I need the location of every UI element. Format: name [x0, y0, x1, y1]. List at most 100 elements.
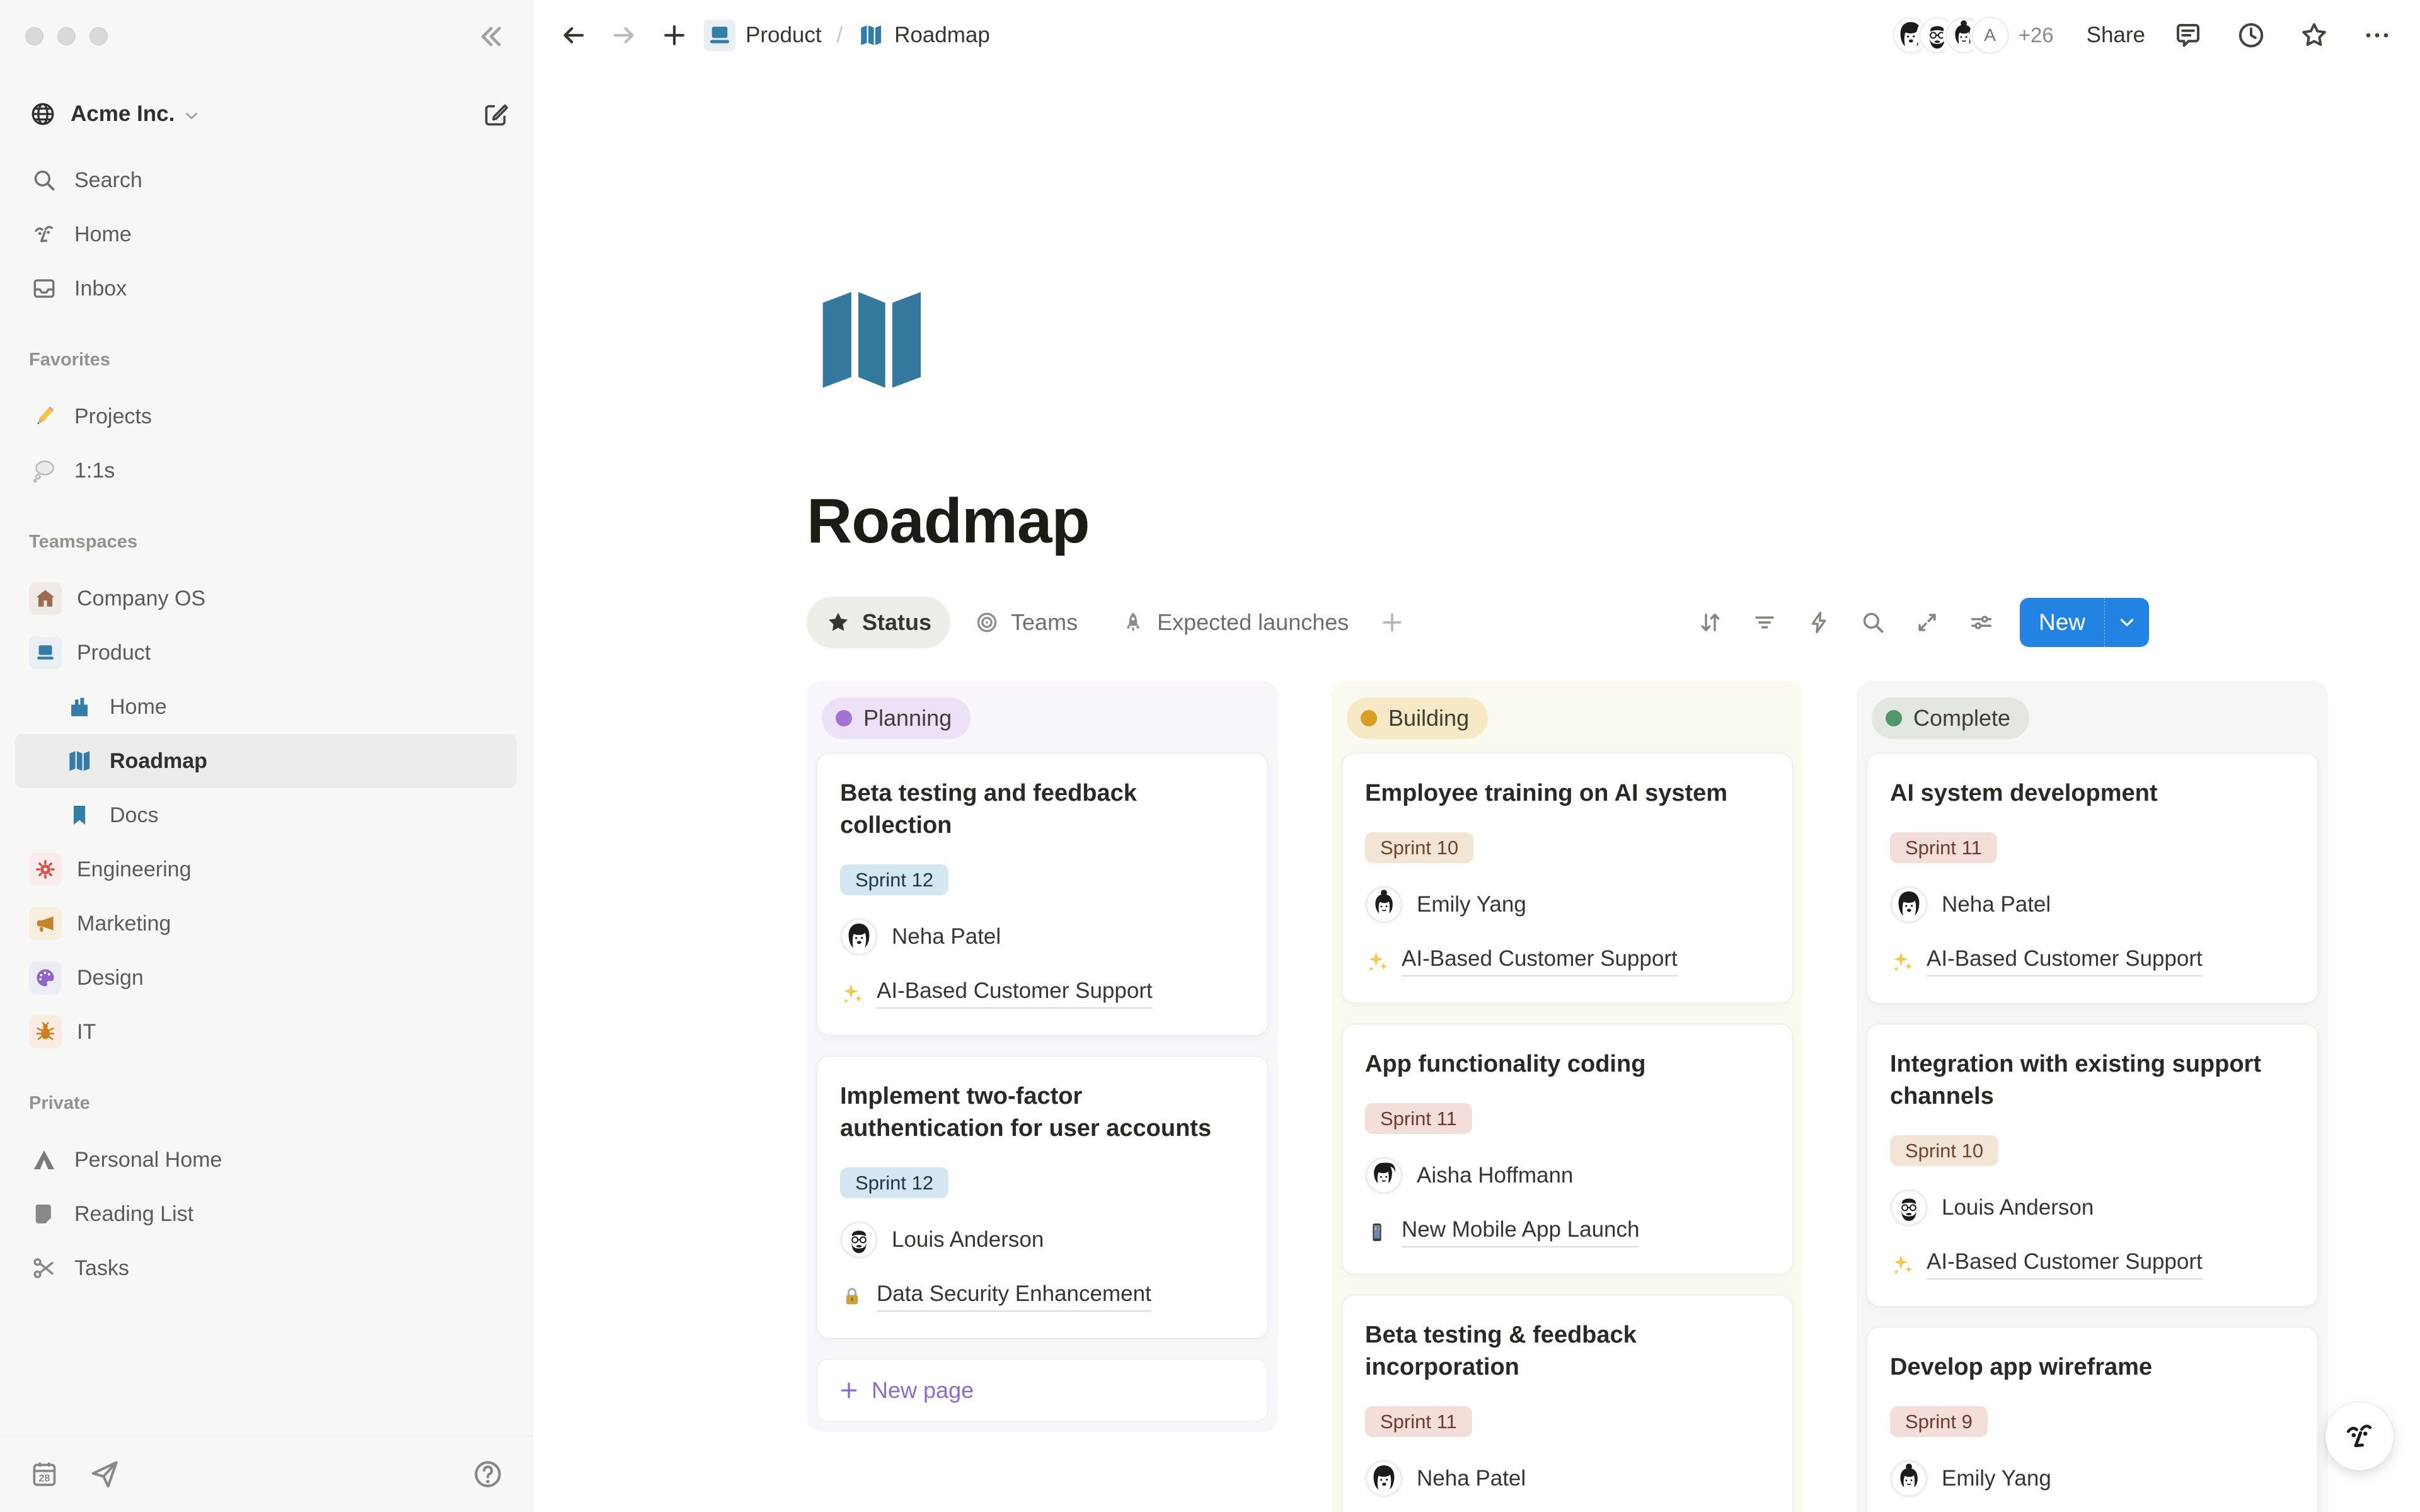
card-person[interactable]: Emily Yang [1365, 886, 1770, 924]
window-close-button[interactable] [25, 27, 43, 45]
sprint-tag[interactable]: Sprint 10 [1890, 1135, 1998, 1166]
sidebar-item-search[interactable]: Search [15, 153, 517, 207]
tab-status[interactable]: Status [807, 597, 950, 648]
tab-expected-launches[interactable]: Expected launches [1102, 597, 1368, 648]
window-zoom-button[interactable] [89, 27, 108, 45]
help-icon[interactable] [471, 1458, 504, 1491]
compose-icon[interactable] [481, 100, 510, 129]
breadcrumb-roadmap[interactable]: Roadmap [849, 17, 999, 54]
search-icon[interactable] [1860, 609, 1886, 636]
sidebar-item-design[interactable]: Design [15, 951, 517, 1005]
card-relation-link[interactable]: AI-Based Customer Support [840, 978, 1245, 1009]
palette-icon [29, 961, 62, 994]
calendar-icon[interactable] [28, 1458, 60, 1491]
avatar-stack[interactable]: A [1893, 17, 2008, 54]
send-icon[interactable] [88, 1458, 121, 1491]
tab-label: Expected launches [1157, 609, 1349, 636]
back-icon[interactable] [559, 21, 588, 50]
sidebar-item-home[interactable]: Home [15, 680, 517, 734]
card-person[interactable]: Louis Anderson [1890, 1189, 2295, 1227]
more-members-count[interactable]: +26 [2019, 23, 2054, 47]
status-dot-icon [836, 710, 852, 726]
sidebar-item-reading-list[interactable]: Reading List [15, 1187, 517, 1241]
card-relation-link[interactable]: AI-Based Customer Support [1890, 1249, 2295, 1280]
comments-icon[interactable] [2173, 20, 2203, 50]
sidebar-item-personal-home[interactable]: Personal Home [15, 1133, 517, 1187]
sidebar-item-label: Product [77, 641, 151, 665]
sprint-tag[interactable]: Sprint 11 [1365, 1103, 1472, 1134]
board-card[interactable]: Beta testing & feedback incorporation Sp… [1342, 1295, 1793, 1512]
column-status-pill[interactable]: Building [1347, 697, 1488, 739]
sidebar-item-projects[interactable]: Projects [15, 389, 517, 444]
workspace-switcher[interactable]: Acme Inc. [0, 84, 532, 144]
sidebar-item-1-1s[interactable]: 1:1s [15, 444, 517, 498]
board-card[interactable]: Employee training on AI system Sprint 10… [1342, 753, 1793, 1004]
sidebar-item-label: 1:1s [74, 459, 115, 483]
board-card[interactable]: AI system development Sprint 11 Neha Pat… [1867, 753, 2318, 1004]
sort-icon[interactable] [1697, 609, 1724, 636]
board-card[interactable]: Beta testing and feedback collection Spr… [817, 753, 1268, 1036]
card-relation-link[interactable]: Data Security Enhancement [840, 1281, 1245, 1312]
sprint-tag[interactable]: Sprint 12 [840, 864, 948, 895]
sprint-tag[interactable]: Sprint 12 [840, 1167, 948, 1198]
person-name: Neha Patel [1942, 892, 2051, 917]
sidebar-item-tasks[interactable]: Tasks [15, 1241, 517, 1295]
card-person[interactable]: Emily Yang [1890, 1460, 2295, 1498]
add-page-icon[interactable] [660, 21, 689, 50]
card-person[interactable]: Neha Patel [1890, 886, 2295, 924]
tab-teams[interactable]: Teams [955, 597, 1097, 648]
notion-ai-button[interactable] [2325, 1402, 2394, 1470]
sidebar-collapse-icon[interactable] [474, 20, 507, 53]
card-person[interactable]: Louis Anderson [840, 1221, 1245, 1259]
rocket-icon [1121, 610, 1146, 635]
card-relation-link[interactable]: New Mobile App Launch [1365, 1217, 1770, 1247]
sprint-tag[interactable]: Sprint 9 [1890, 1406, 1988, 1437]
sidebar-item-it[interactable]: IT [15, 1005, 517, 1059]
board-card[interactable]: Develop app wireframe Sprint 9 Emily Yan… [1867, 1327, 2318, 1512]
automation-lightning-icon[interactable] [1806, 609, 1832, 636]
chevron-down-icon [182, 106, 201, 125]
sprint-tag[interactable]: Sprint 11 [1890, 832, 1997, 863]
card-person[interactable]: Aisha Hoffmann [1365, 1157, 1770, 1194]
sidebar-item-engineering[interactable]: Engineering [15, 842, 517, 896]
filter-icon[interactable] [1751, 609, 1778, 636]
sidebar-item-roadmap[interactable]: Roadmap [15, 734, 517, 788]
page-map-icon[interactable] [807, 275, 936, 404]
board-card[interactable]: Integration with existing support channe… [1867, 1024, 2318, 1307]
board-card[interactable]: App functionality coding Sprint 11 Aisha… [1342, 1024, 1793, 1274]
breadcrumb-product[interactable]: Product [695, 14, 831, 56]
more-options-icon[interactable] [2362, 20, 2392, 50]
column-status-pill[interactable]: Complete [1872, 697, 2029, 739]
sprint-tag[interactable]: Sprint 10 [1365, 832, 1473, 863]
column-status-pill[interactable]: Planning [822, 697, 971, 739]
card-person[interactable]: Neha Patel [1365, 1460, 1770, 1498]
page-title[interactable]: Roadmap [807, 485, 2420, 558]
updates-clock-icon[interactable] [2236, 20, 2266, 50]
sidebar-item-docs[interactable]: Docs [15, 788, 517, 842]
card-relation-link[interactable]: AI-Based Customer Support [1890, 946, 2295, 976]
view-settings-icon[interactable] [1968, 609, 1995, 636]
board-card[interactable]: Implement two-factor authentication for … [817, 1056, 1268, 1339]
avatar-letter[interactable]: A [1972, 17, 2008, 54]
new-button-dropdown[interactable] [2104, 598, 2149, 647]
add-view-icon[interactable] [1379, 609, 1405, 636]
card-person[interactable]: Neha Patel [840, 918, 1245, 956]
person-name: Aisha Hoffmann [1417, 1163, 1573, 1188]
sidebar-footer [0, 1436, 532, 1512]
sidebar-item-inbox[interactable]: Inbox [15, 261, 517, 316]
ai-face-icon [2341, 1418, 2378, 1455]
new-page-button[interactable]: New page [817, 1359, 1268, 1422]
new-button[interactable]: New [2020, 598, 2104, 647]
sprint-tag[interactable]: Sprint 11 [1365, 1406, 1472, 1437]
sidebar-item-home[interactable]: Home [15, 207, 517, 261]
sidebar-item-product[interactable]: Product [15, 626, 517, 680]
view-tabs-row: StatusTeams Expected launches New [807, 597, 2149, 648]
window-minimize-button[interactable] [57, 27, 76, 45]
sidebar-item-company-os[interactable]: Company OS [15, 571, 517, 626]
share-button[interactable]: Share [2087, 23, 2145, 48]
forward-icon[interactable] [609, 21, 638, 50]
expand-icon[interactable] [1914, 609, 1940, 636]
card-relation-link[interactable]: AI-Based Customer Support [1365, 946, 1770, 976]
favorite-star-icon[interactable] [2299, 20, 2329, 50]
sidebar-item-marketing[interactable]: Marketing [15, 896, 517, 951]
